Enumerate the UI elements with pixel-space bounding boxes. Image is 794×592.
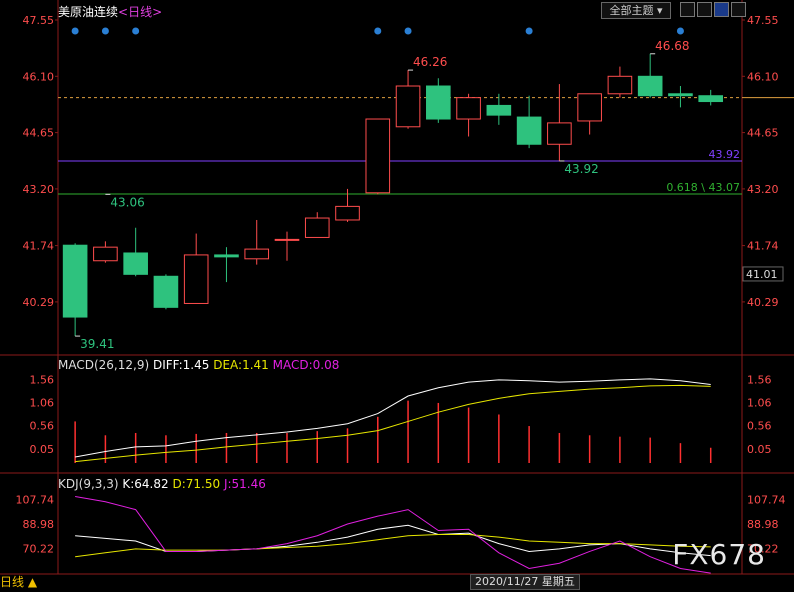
theme-button-label: 全部主题 (609, 4, 654, 17)
kdj-axis-tick-left: 88.98 (23, 518, 55, 531)
event-marker-dot (132, 27, 140, 35)
kdj-k-readout: K:64.82 (122, 477, 169, 491)
event-marker-dot (71, 27, 79, 35)
candle-body (123, 252, 148, 275)
current-price-label: 41.01 (746, 268, 778, 281)
macd-dea-readout: DEA:1.41 (213, 358, 269, 372)
candle-body (244, 248, 270, 260)
price-axis-tick-right: 46.10 (747, 70, 779, 83)
cursor-date-label: 2020/11/27 星期五 (470, 574, 580, 590)
price-axis-tick-left: 43.20 (23, 183, 55, 196)
macd-header: MACD(26,12,9) DIFF:1.45 DEA:1.41 MACD:0.… (58, 358, 339, 372)
candle-body (183, 254, 209, 304)
candle-body (577, 93, 602, 122)
kdj-d-readout: D:71.50 (172, 477, 221, 491)
price-axis-tick-left: 41.74 (23, 240, 55, 253)
macd-axis-tick-right: 1.06 (747, 396, 772, 409)
price-axis-tick-right: 40.29 (747, 296, 779, 309)
event-marker-dot (374, 27, 382, 35)
price-axis-tick-right: 44.65 (747, 127, 779, 140)
price-annotation: 46.68 (655, 39, 689, 53)
candle-body (637, 75, 663, 97)
candle-body (426, 85, 451, 120)
reference-line-label: 43.92 (709, 148, 741, 161)
candle-body (547, 122, 572, 145)
macd-axis-tick-right: 1.56 (747, 373, 772, 386)
price-axis-tick-right: 47.55 (747, 14, 779, 27)
kdj-header: KDJ(9,3,3) K:64.82 D:71.50 J:51.46 (58, 477, 266, 491)
macd-axis-tick-right: 0.05 (747, 443, 772, 456)
kdj-axis-tick-left: 107.74 (16, 493, 55, 506)
price-axis-tick-right: 41.74 (747, 240, 779, 253)
kdj-axis-tick-right: 88.98 (747, 518, 779, 531)
price-axis-tick-left: 47.55 (23, 14, 55, 27)
candle-body (214, 254, 239, 258)
chart-canvas: 47.55 47.55 46.10 46.10 44.65 44.65 43.20 43.20… (0, 0, 794, 592)
price-axis-tick-right: 43.20 (747, 183, 779, 196)
macd-axis-tick-left: 0.56 (30, 420, 55, 433)
price-annotation: 46.26 (413, 55, 447, 69)
price-axis-tick-left: 44.65 (23, 127, 55, 140)
period-label[interactable]: <日线> (118, 5, 162, 19)
price-annotation: 39.41 (80, 337, 114, 351)
kdj-j-readout: J:51.46 (223, 477, 266, 491)
period-selector-button[interactable]: 日线 ▲ (0, 573, 37, 590)
candle-body (516, 116, 542, 145)
kdj-axis-tick-left: 70.22 (23, 543, 55, 556)
chart-header: 美原油连续<日线> (58, 3, 162, 20)
event-marker-dot (101, 27, 109, 35)
candle-body (668, 93, 693, 97)
macd-title: MACD(26,12,9) (58, 358, 150, 372)
event-marker-dot (525, 27, 533, 35)
candle-body (274, 238, 300, 241)
candle-body (93, 246, 118, 262)
candle-body (365, 118, 391, 194)
expand-icon[interactable] (731, 2, 746, 17)
price-annotation: 43.06 (110, 195, 144, 209)
candle-body (304, 217, 330, 238)
candle-body (456, 97, 481, 120)
chevron-down-icon: ▾ (656, 4, 663, 17)
macd-diff-readout: DIFF:1.45 (152, 358, 210, 372)
candle-body (698, 95, 724, 103)
price-axis-tick-left: 46.10 (23, 70, 55, 83)
candle-body (335, 205, 360, 221)
grid-icon[interactable] (680, 2, 695, 17)
event-marker-dot (676, 27, 684, 35)
macd-value-readout: MACD:0.08 (272, 358, 340, 372)
candle-body (607, 75, 633, 95)
kdj-axis-tick-right: 107.74 (747, 493, 786, 506)
macd-axis-tick-left: 0.05 (30, 443, 55, 456)
event-marker-dot (404, 27, 412, 35)
candle-body (395, 85, 421, 128)
price-axis-tick-left: 40.29 (23, 296, 55, 309)
macd-axis-tick-right: 0.56 (747, 420, 772, 433)
theme-dropdown-button[interactable]: 全部主题 ▾ (601, 2, 671, 19)
chart-type-icon[interactable] (714, 2, 729, 17)
window-icon[interactable] (697, 2, 712, 17)
instrument-name: 美原油连续 (58, 5, 119, 19)
macd-axis-tick-left: 1.56 (30, 373, 55, 386)
kdj-title: KDJ(9,3,3) (58, 477, 119, 491)
candle-body (153, 275, 179, 308)
macd-axis-tick-left: 1.06 (30, 396, 55, 409)
candle-body (486, 104, 512, 116)
price-annotation: 43.92 (564, 162, 598, 176)
reference-line-label: 0.618 \ 43.07 (666, 181, 740, 194)
candle-body (62, 244, 88, 318)
watermark-logo: FX678 (672, 538, 766, 571)
